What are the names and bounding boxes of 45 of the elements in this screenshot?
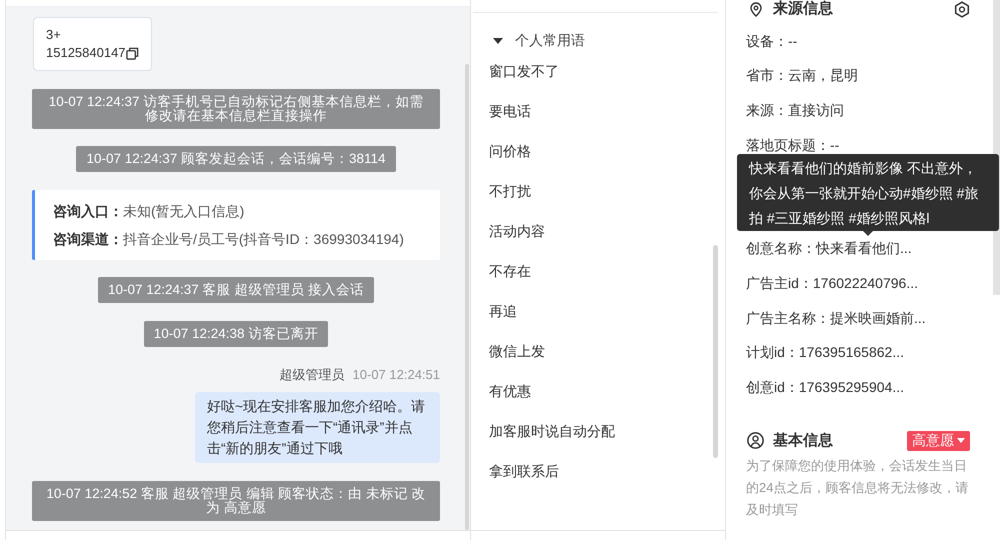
system-message: 10-07 12:24:37 顾客发起会话，会话编号：38114: [76, 146, 396, 172]
phrase-item[interactable]: 问价格: [489, 131, 713, 171]
phone-number: 15125840147: [46, 44, 126, 62]
system-message: 10-07 12:24:37 访客手机号已自动标记右侧基本信息栏，如需修改请在基本信息栏直接操作: [32, 88, 440, 128]
info-line: 咨询渠道：抖音企业号/员工号(抖音号ID：36993034194): [53, 230, 405, 249]
system-message: 10-07 12:24:38 访客已离开: [144, 320, 328, 346]
caret-down-icon: [957, 438, 965, 444]
phrase-item[interactable]: 不打扰: [489, 171, 713, 211]
field-text: 来源：直接访问: [746, 102, 844, 119]
phrase-item[interactable]: 有优惠: [489, 371, 713, 411]
phrase-item[interactable]: 微信上发: [489, 331, 713, 371]
field-text: 计划id：176395165862...: [746, 344, 904, 362]
tooltip-arrow-icon: [863, 230, 873, 236]
system-message: 10-07 12:24:37 客服 超级管理员 接入会话: [98, 277, 374, 303]
phrase-item[interactable]: 窗口发不了: [489, 51, 713, 91]
status-dropdown[interactable]: 高意愿: [907, 430, 970, 451]
settings-icon[interactable]: [954, 0, 970, 18]
tooltip: 快来看看他们的婚前影像 不出意外，你会从第一张就开始心动#婚纱照 #旅拍 #三亚婚纱照 #婚纱照风格l: [737, 154, 999, 231]
hint-text: 为了保障您的使用体验，会话发生当日的24点之后，顾客信息将无法修改，请及时填写: [746, 456, 970, 519]
user-circle-icon: [747, 432, 764, 450]
section-title: 基本信息: [773, 432, 833, 450]
field-text: 广告主id：176022240796...: [746, 274, 918, 292]
field-text: 广告主名称：提米映画婚前...: [746, 310, 926, 327]
sender-name: 超级管理员: [280, 367, 345, 383]
field-text: 创意名称：快来看看他们...: [746, 240, 912, 258]
message-bubble: 好哒~现在安排客服加您介绍哈。请您稍后注意查看一下“通讯录”并点击“新的朋友”通过下哦: [195, 392, 440, 463]
system-message: 10-07 12:24:52 客服 超级管理员 编辑 顾客状态：由 未标记 改为 高意愿: [32, 480, 440, 520]
phrase-item[interactable]: 要电话: [489, 91, 713, 131]
phrase-item[interactable]: 再追: [489, 291, 713, 331]
message-time: 10-07 12:24:51: [352, 367, 440, 383]
phrase-item[interactable]: 活动内容: [489, 211, 713, 251]
phrase-item[interactable]: 不存在: [489, 251, 713, 291]
section-title: 来源信息: [773, 0, 833, 18]
field-text: 落地页标题：--: [746, 136, 840, 154]
location-pin-icon: [750, 2, 762, 16]
phrase-group-toggle[interactable]: 个人常用语: [489, 31, 713, 51]
copy-icon[interactable]: [126, 46, 139, 60]
field-text: 设备：--: [746, 32, 798, 50]
field-text: 省市：云南，昆明: [746, 67, 858, 84]
phrase-item[interactable]: 拿到联系后: [489, 451, 713, 491]
phrase-item[interactable]: 加客服时说自动分配: [489, 411, 713, 451]
info-line: 咨询入口：未知(暂无入口信息): [53, 202, 246, 221]
scrollbar-thumb[interactable]: [713, 245, 718, 458]
field-text: 创意id：176395295904...: [746, 378, 904, 396]
contact-text: 3+: [46, 26, 62, 44]
